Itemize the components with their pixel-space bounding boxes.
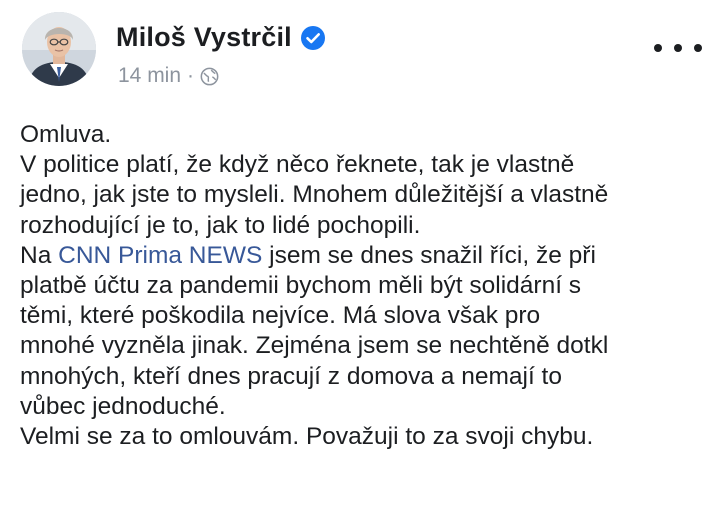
post-text-line: platbě účtu za pandemii bychom měli být … [20,271,582,299]
author-name[interactable]: Miloš Vystrčil [116,22,292,53]
post-text-fragment: Na [20,241,59,269]
post-text-line: V politice platí, že když něco řeknete, … [20,151,575,179]
post-text-line: mnohé vyzněla jinak. Zejména jsem se nec… [20,332,609,360]
more-options-button[interactable] [654,36,702,60]
profile-photo [22,12,96,86]
cnn-prima-news-link[interactable]: CNN Prima NEWS [58,242,262,269]
post-meta: 14 min · [118,64,219,88]
more-options-icon [654,44,662,52]
post-body: Omluva. V politice platí, že když něco ř… [20,120,710,452]
post-text-line: vůbec jednoduché. [20,392,226,420]
author-line: Miloš Vystrčil [116,22,326,53]
facebook-post: Miloš Vystrčil 14 min · Omluva. V politi… [0,0,720,527]
author-avatar[interactable] [22,12,96,86]
post-text-line-with-link: Na CNN Prima NEWS jsem se dnes snažil ří… [20,241,710,271]
post-text-line: Velmi se za to omlouvám. Považuji to za … [20,422,594,450]
post-text-line: mnohých, kteří dnes pracují z domova a n… [20,362,562,390]
more-options-icon-dot [674,44,682,52]
post-text-line: rozhodující je to, jak to lidé pochopili… [20,211,421,239]
post-text-line: těmi, které poškodila nejvíce. Má slova … [20,302,541,330]
meta-separator: · [187,64,195,87]
more-options-icon-dot [694,44,702,52]
post-text-fragment: jsem se dnes snažil říci, že při [262,241,596,269]
globe-icon[interactable] [200,67,219,86]
post-text-line: jedno, jak jste to mysleli. Mnohem důlež… [20,181,609,209]
post-timestamp[interactable]: 14 min [118,64,181,88]
post-text-line: Omluva. [20,121,112,148]
verified-badge-icon [300,25,326,51]
